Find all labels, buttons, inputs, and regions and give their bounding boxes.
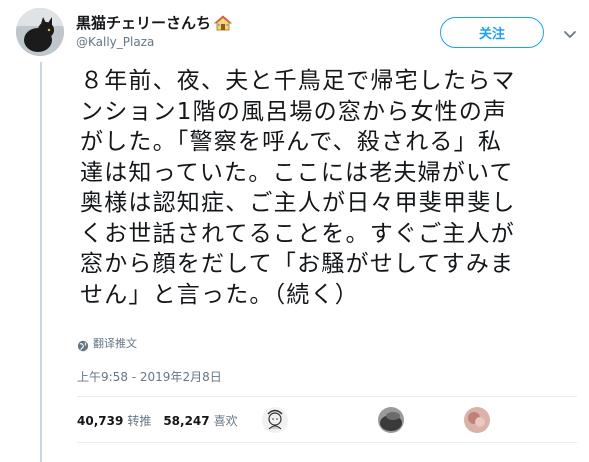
tweet-text-line: 窓から顔をだして「お騒がせしてすみま: [80, 251, 515, 277]
tweet-text: ８年前、夜、夫と千鳥足で帰宅したらマ ンション1階の風呂場の窓から女性の声 がし…: [80, 66, 580, 310]
translate-tweet-link[interactable]: 翻译推文: [77, 335, 137, 352]
globe-icon: [77, 337, 89, 352]
house-icon: [213, 14, 233, 31]
tweet-stats: 40,739 转推 58,247 喜欢: [77, 412, 250, 429]
tweet-text-line: せん」と言った。（続く）: [80, 281, 359, 308]
follow-button[interactable]: 关注: [440, 17, 544, 48]
avatar[interactable]: [16, 8, 64, 56]
likes-count: 58,247: [163, 414, 210, 428]
tweet-text-line: ンション1階の風呂場の窓から女性の声: [80, 98, 508, 125]
avatar-image: [16, 8, 64, 56]
user-handle[interactable]: @Kally_Plaza: [76, 35, 154, 49]
likes-label: 喜欢: [213, 414, 238, 428]
tweet-text-line: 奥様は認知症、ご主人が日々甲斐甲斐し: [80, 190, 516, 216]
liker-avatar[interactable]: [262, 407, 288, 433]
retweets-label: 转推: [127, 414, 152, 428]
liker-avatar[interactable]: [378, 407, 404, 433]
tweet-timestamp[interactable]: 上午9:58 - 2019年2月8日: [77, 368, 222, 385]
thread-line: [40, 62, 42, 462]
retweets-count: 40,739: [77, 414, 124, 428]
tweet-text-line: ８年前、夜、夫と千鳥足で帰宅したらマ: [80, 68, 516, 94]
divider: [77, 396, 577, 397]
liker-avatar[interactable]: [464, 407, 490, 433]
display-name[interactable]: 黒猫チェリーさんち: [76, 12, 211, 33]
user-name-row[interactable]: 黒猫チェリーさんち: [76, 12, 233, 33]
tweet-text-line: 達は知っていた。ここには老夫婦がいて: [80, 159, 514, 186]
divider: [77, 442, 577, 443]
retweets-stat[interactable]: 40,739 转推: [77, 412, 151, 429]
tweet-text-line: くお世話されてることを。すぐご主人が: [80, 220, 515, 247]
likes-stat[interactable]: 58,247 喜欢: [163, 412, 237, 429]
tweet-text-line: がした。「警察を呼んで、殺される」私: [80, 129, 503, 155]
translate-label[interactable]: 翻译推文: [93, 335, 137, 351]
chevron-down-icon[interactable]: [562, 26, 578, 38]
